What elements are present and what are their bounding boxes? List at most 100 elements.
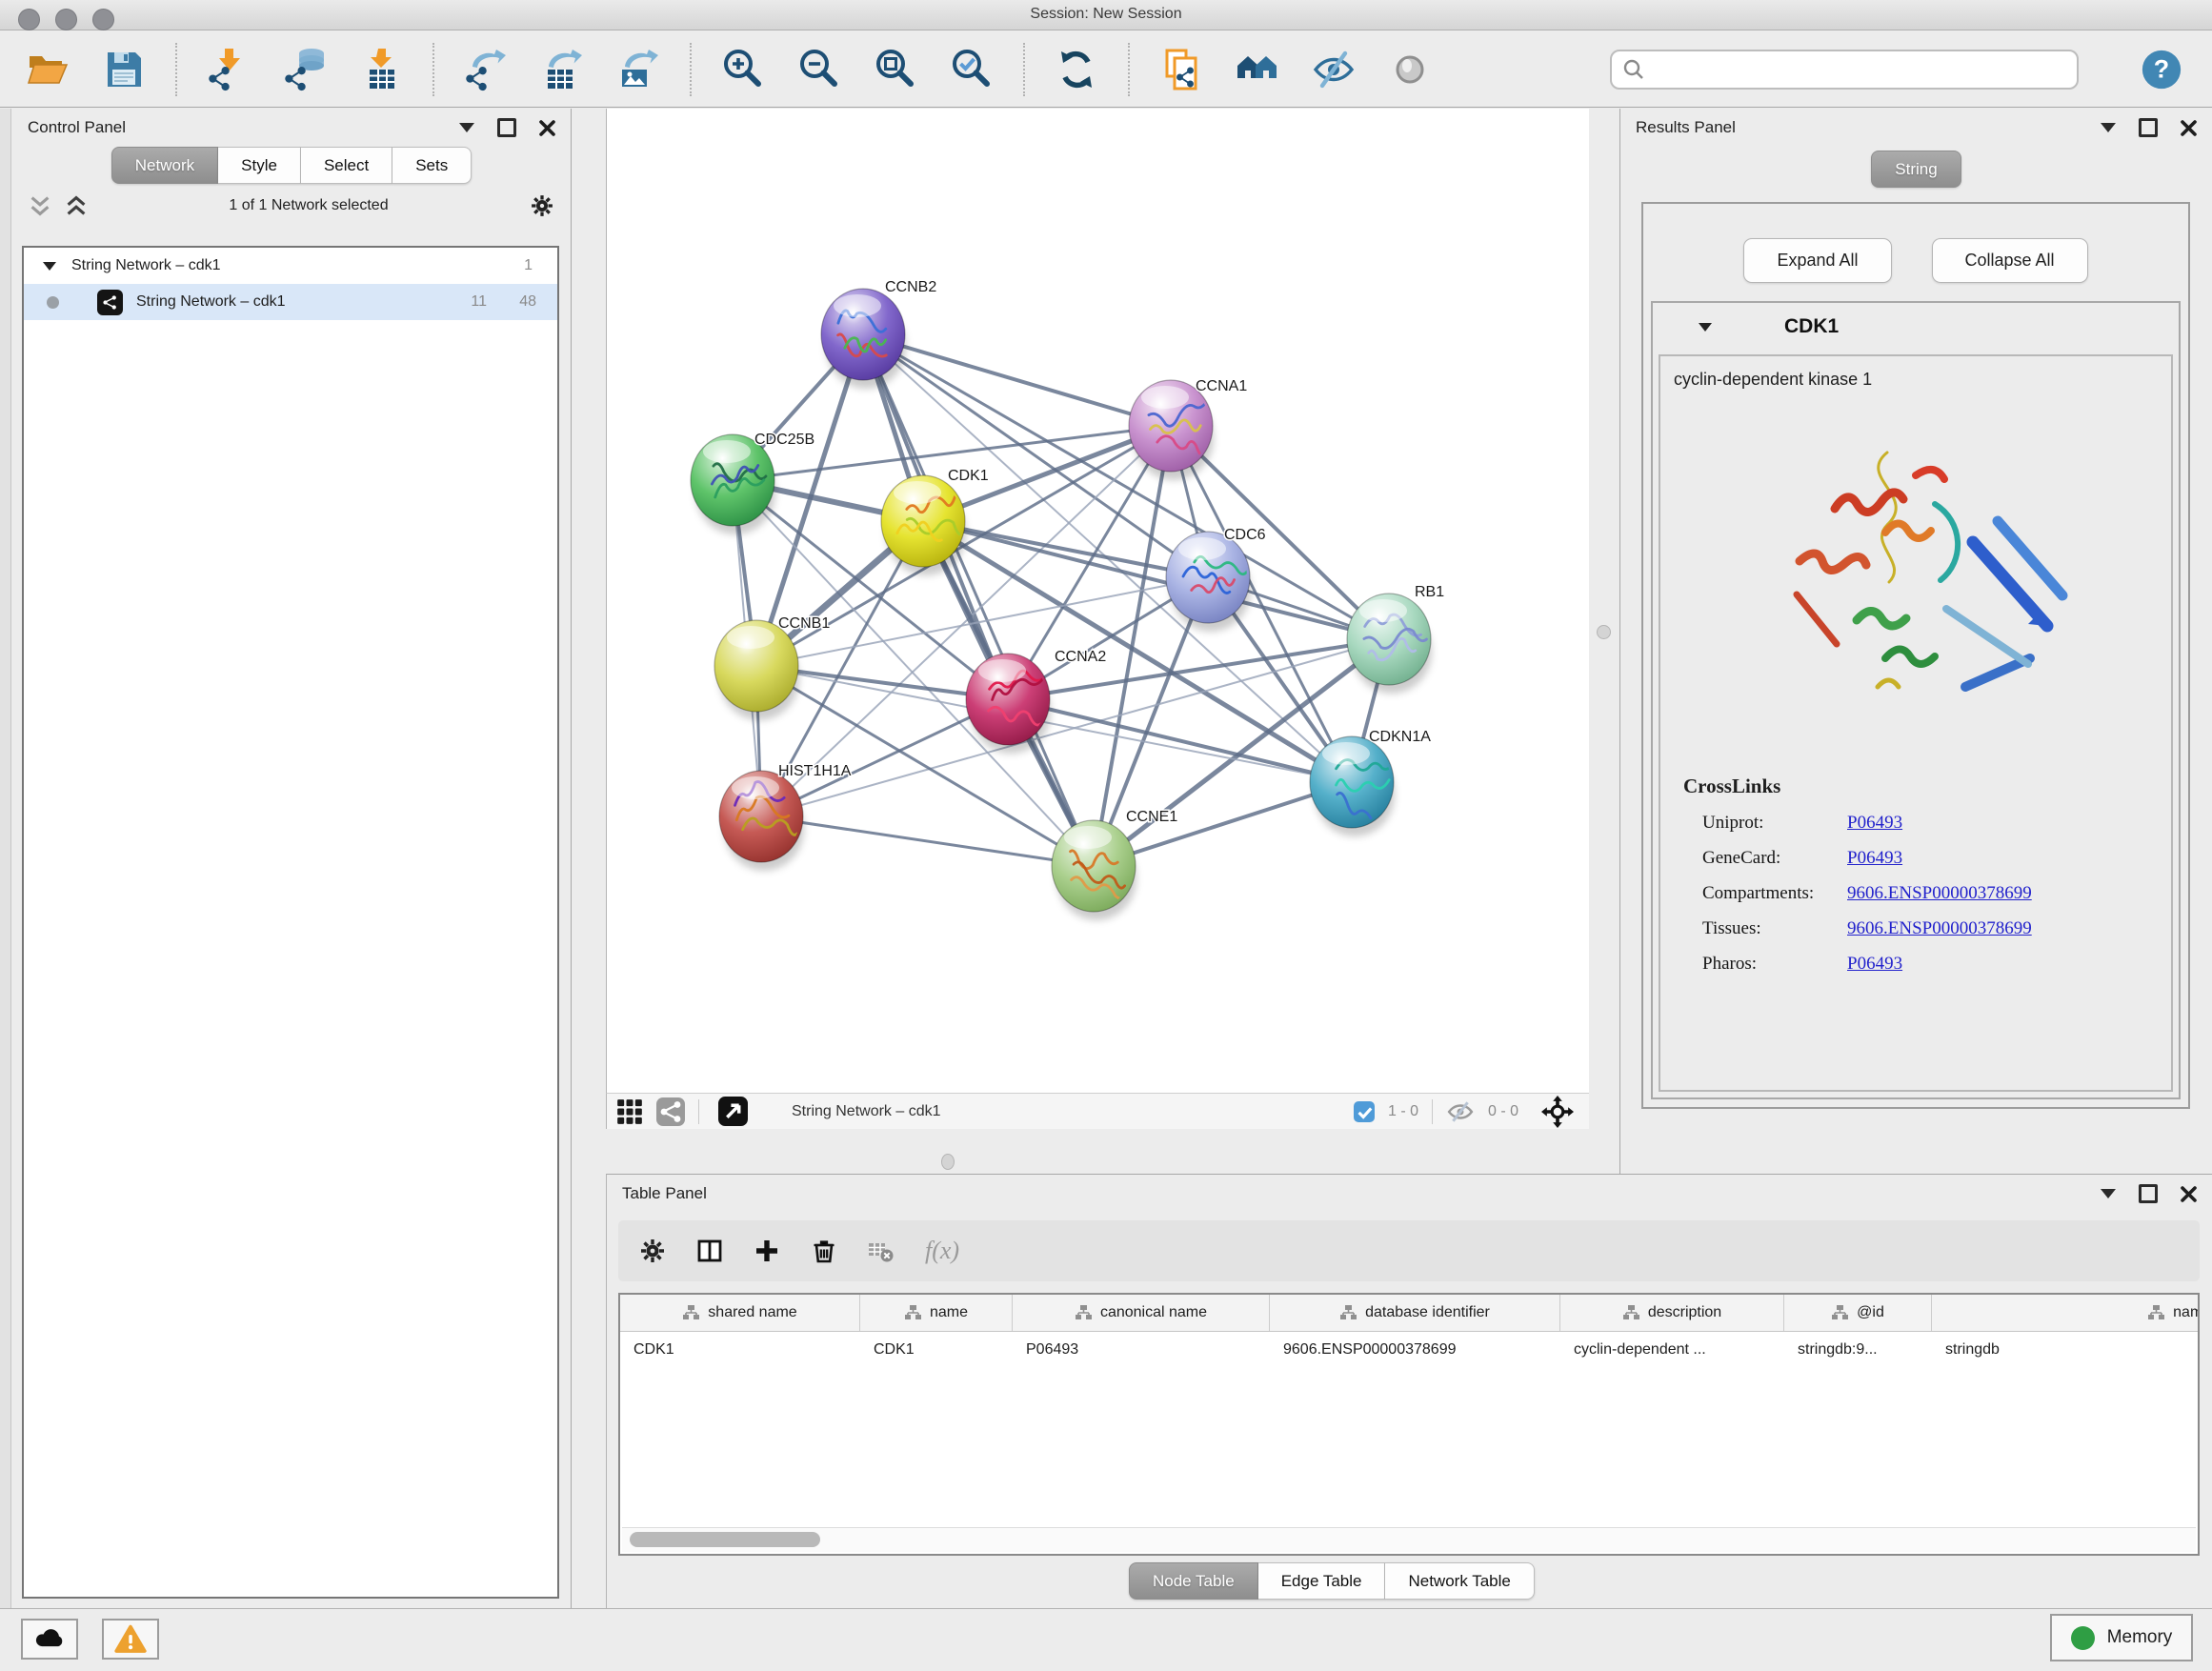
close-panel-icon[interactable] bbox=[2181, 1186, 2197, 1202]
column-header-id[interactable]: @id bbox=[1784, 1295, 1932, 1331]
zoom-fit-content-icon[interactable] bbox=[871, 45, 920, 94]
import-network-from-database-icon[interactable] bbox=[280, 45, 330, 94]
search-input[interactable] bbox=[1651, 59, 2065, 80]
network-options-gear-icon[interactable] bbox=[531, 194, 553, 217]
network-node-cdc6[interactable]: CDC6 bbox=[1166, 527, 1266, 632]
delete-table-icon[interactable] bbox=[868, 1238, 895, 1264]
close-panel-icon[interactable] bbox=[539, 120, 555, 136]
current-network-title: String Network – cdk1 bbox=[792, 1103, 941, 1120]
export-network-icon[interactable] bbox=[461, 45, 511, 94]
memory-button[interactable]: Memory bbox=[2050, 1614, 2193, 1661]
network-list-subheader: 1 of 1 Network selected bbox=[12, 184, 571, 228]
table-row[interactable]: CDK1CDK1P064939606.ENSP00000378699cyclin… bbox=[620, 1332, 2200, 1367]
crosslink-link[interactable]: 9606.ENSP00000378699 bbox=[1847, 918, 2032, 939]
delete-columns-icon[interactable] bbox=[811, 1238, 837, 1264]
float-panel-icon[interactable] bbox=[497, 118, 516, 137]
save-session-icon[interactable] bbox=[99, 45, 149, 94]
search-box[interactable] bbox=[1610, 50, 2079, 90]
crosslink-link[interactable]: P06493 bbox=[1847, 848, 1902, 869]
panel-menu-icon[interactable] bbox=[2101, 1189, 2116, 1198]
crosslink-link[interactable]: P06493 bbox=[1847, 954, 1902, 975]
open-session-icon[interactable] bbox=[23, 45, 72, 94]
column-header-database-identifier[interactable]: database identifier bbox=[1270, 1295, 1560, 1331]
network-node-hist1h1a[interactable]: HIST1H1A bbox=[719, 763, 852, 871]
crosslink-link[interactable]: P06493 bbox=[1847, 813, 1902, 834]
panel-menu-icon[interactable] bbox=[459, 123, 474, 132]
vertical-splitter-handle[interactable] bbox=[1597, 625, 1611, 639]
tab-node-table[interactable]: Node Table bbox=[1129, 1562, 1258, 1600]
crosslink-link[interactable]: 9606.ENSP00000378699 bbox=[1847, 883, 2032, 904]
selected-nodes-checkbox[interactable] bbox=[1354, 1101, 1375, 1122]
memory-status-dot bbox=[2071, 1626, 2095, 1650]
first-neighbors-icon[interactable] bbox=[1233, 45, 1282, 94]
network-node-cdkn1a[interactable]: CDKN1A bbox=[1310, 729, 1431, 836]
results-panel-tabs: String bbox=[1620, 151, 2212, 188]
horizontal-splitter-handle[interactable] bbox=[941, 1154, 955, 1170]
network-edge[interactable] bbox=[863, 334, 1171, 426]
tab-sets[interactable]: Sets bbox=[392, 147, 472, 184]
cloud-sync-button[interactable] bbox=[21, 1619, 78, 1660]
node-table[interactable]: shared namenamecanonical namedatabase id… bbox=[618, 1293, 2200, 1556]
panel-menu-icon[interactable] bbox=[2101, 123, 2116, 132]
tab-select[interactable]: Select bbox=[301, 147, 392, 184]
pan-crosshair-icon[interactable] bbox=[1541, 1096, 1574, 1128]
hide-selected-icon[interactable] bbox=[1309, 45, 1358, 94]
column-header-canonical-name[interactable]: canonical name bbox=[1013, 1295, 1270, 1331]
tab-edge-table[interactable]: Edge Table bbox=[1258, 1562, 1386, 1600]
network-node-cdk1[interactable]: CDK1 bbox=[881, 468, 989, 575]
warnings-button[interactable] bbox=[102, 1619, 159, 1660]
table-settings-gear-icon[interactable] bbox=[639, 1238, 666, 1264]
scrollbar-thumb[interactable] bbox=[630, 1532, 820, 1547]
zoom-selected-icon[interactable] bbox=[947, 45, 996, 94]
expand-all-button[interactable]: Expand All bbox=[1743, 238, 1891, 283]
import-table-from-file-icon[interactable] bbox=[356, 45, 406, 94]
import-network-from-file-icon[interactable] bbox=[204, 45, 253, 94]
network-share-view-icon[interactable] bbox=[656, 1097, 685, 1126]
network-node-ccna2[interactable]: CCNA2 bbox=[966, 649, 1106, 754]
column-header-shared-name[interactable]: shared name bbox=[620, 1295, 860, 1331]
function-builder-icon[interactable]: f(x) bbox=[925, 1237, 959, 1265]
help-icon[interactable]: ? bbox=[2140, 48, 2183, 91]
table-horizontal-scrollbar[interactable] bbox=[622, 1527, 2196, 1552]
tab-network-table[interactable]: Network Table bbox=[1385, 1562, 1534, 1600]
network-collection-row[interactable]: String Network – cdk1 1 bbox=[24, 248, 557, 284]
network-edge[interactable] bbox=[923, 521, 1389, 639]
tab-string[interactable]: String bbox=[1871, 151, 1961, 188]
expand-all-networks-icon[interactable] bbox=[66, 194, 87, 217]
export-table-icon[interactable] bbox=[537, 45, 587, 94]
close-panel-icon[interactable] bbox=[2181, 120, 2197, 136]
float-panel-icon[interactable] bbox=[2139, 118, 2158, 137]
show-columns-icon[interactable] bbox=[696, 1238, 723, 1264]
network-node-ccnb1[interactable]: CCNB1 bbox=[714, 615, 830, 720]
show-all-icon[interactable] bbox=[1385, 45, 1435, 94]
collapse-all-button[interactable]: Collapse All bbox=[1932, 238, 2088, 283]
hidden-elements-eye-icon[interactable] bbox=[1446, 1099, 1475, 1124]
column-header-description[interactable]: description bbox=[1560, 1295, 1784, 1331]
column-header-name[interactable]: name bbox=[860, 1295, 1013, 1331]
collection-expand-icon[interactable] bbox=[43, 262, 56, 271]
export-image-icon[interactable] bbox=[613, 45, 663, 94]
network-graph[interactable]: CCNB2 CCNA1 CDC25B CDK1 CDC6 RB1 CCNB1 CCNA2 CDK… bbox=[607, 109, 1589, 1093]
refresh-network-icon[interactable] bbox=[1052, 45, 1101, 94]
birdseye-view-icon[interactable] bbox=[718, 1097, 748, 1126]
tab-style[interactable]: Style bbox=[218, 147, 301, 184]
network-node-ccnb2[interactable]: CCNB2 bbox=[821, 279, 936, 389]
tab-network[interactable]: Network bbox=[111, 147, 218, 184]
network-node-ccna1[interactable]: CCNA1 bbox=[1129, 378, 1247, 480]
column-label: @id bbox=[1857, 1304, 1884, 1321]
collapse-all-networks-icon[interactable] bbox=[30, 194, 50, 217]
column-header-namespace[interactable]: namespace bbox=[1932, 1295, 2200, 1331]
collapse-protein-icon[interactable] bbox=[1699, 323, 1712, 332]
zoom-out-icon[interactable] bbox=[794, 45, 844, 94]
float-panel-icon[interactable] bbox=[2139, 1184, 2158, 1203]
network-node-cdc25b[interactable]: CDC25B bbox=[691, 432, 814, 534]
network-row-selected[interactable]: String Network – cdk1 11 48 bbox=[24, 284, 557, 320]
network-edge[interactable] bbox=[761, 816, 1094, 866]
network-node-rb1[interactable]: RB1 bbox=[1347, 584, 1444, 694]
clone-network-icon[interactable] bbox=[1156, 45, 1206, 94]
toolbar-separator bbox=[698, 1099, 699, 1124]
zoom-in-icon[interactable] bbox=[718, 45, 768, 94]
create-column-icon[interactable] bbox=[754, 1238, 780, 1264]
network-canvas[interactable]: CCNB2 CCNA1 CDC25B CDK1 CDC6 RB1 CCNB1 CCNA2 CDK… bbox=[606, 109, 1589, 1093]
grid-view-icon[interactable] bbox=[616, 1098, 643, 1125]
